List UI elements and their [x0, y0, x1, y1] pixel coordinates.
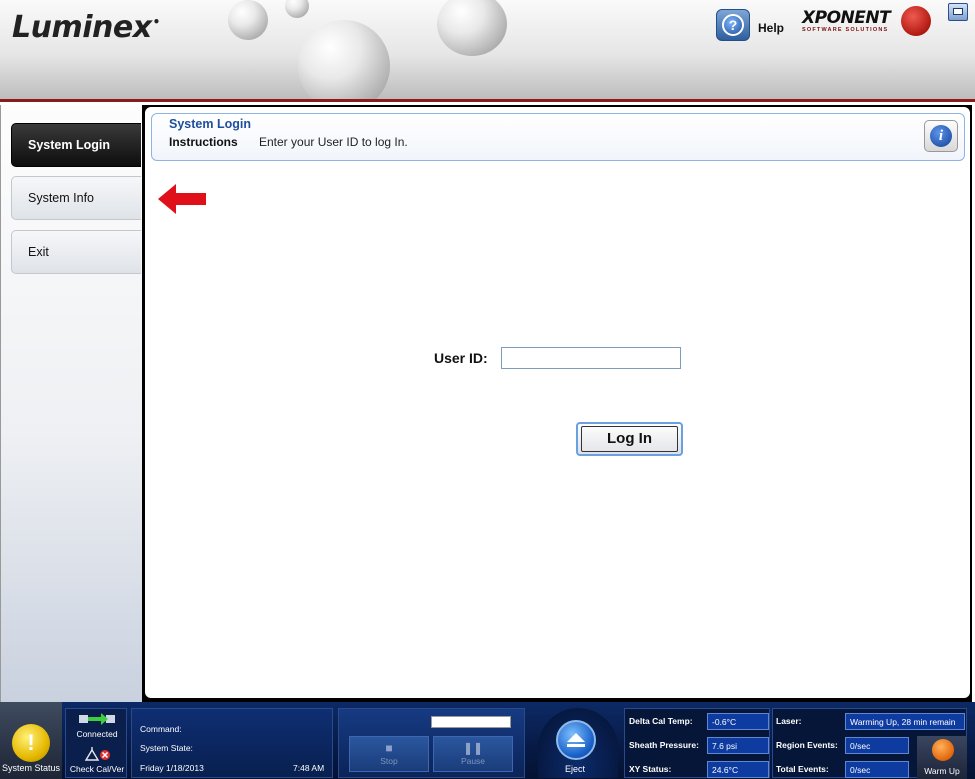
check-calver-icon	[84, 747, 110, 761]
system-state-label: System State:	[140, 743, 193, 753]
instructions-text: Enter your User ID to log In.	[259, 135, 408, 149]
decorative-bubble	[298, 20, 390, 99]
main-panel: System Login Instructions Enter your Use…	[142, 105, 972, 702]
user-id-input[interactable]	[501, 347, 681, 369]
warm-up-icon	[932, 739, 954, 761]
progress-bar	[431, 716, 511, 728]
command-panel: Command: System State: Friday 1/18/2013 …	[131, 708, 333, 778]
minimize-button[interactable]	[948, 3, 968, 21]
help-label[interactable]: Help	[758, 21, 784, 35]
delta-cal-temp-label: Delta Cal Temp:	[629, 716, 693, 726]
stop-label: Stop	[380, 756, 398, 766]
check-calver-label[interactable]: Check Cal/Ver	[66, 764, 128, 774]
warm-up-label: Warm Up	[924, 766, 960, 776]
total-events-value: 0/sec	[845, 761, 909, 778]
connected-icon	[79, 713, 115, 725]
nav-item-system-login[interactable]: System Login	[11, 123, 141, 167]
eject-button[interactable]	[556, 720, 596, 760]
eject-label: Eject	[564, 764, 585, 774]
pause-icon: ❚❚	[462, 741, 484, 755]
xponent-logo: XPONENT SOFTWARE SOLUTIONS	[802, 6, 932, 40]
help-icon: ?	[722, 14, 744, 36]
log-in-button[interactable]: Log In	[576, 422, 683, 456]
pause-button[interactable]: ❚❚ Pause	[433, 736, 513, 772]
connected-label: Connected	[76, 729, 118, 739]
user-id-label: User ID:	[434, 350, 488, 366]
eject-icon	[567, 733, 585, 747]
laser-value: Warming Up, 28 min remain	[845, 713, 965, 730]
help-button[interactable]: ?	[716, 9, 750, 41]
sheath-pressure-value: 7.6 psi	[707, 737, 769, 754]
instructions-label: Instructions	[169, 135, 238, 149]
app-header: Luminex• ? Help XPONENT SOFTWARE SOLUTIO…	[0, 0, 975, 102]
luminex-logo: Luminex•	[12, 10, 160, 45]
nav-item-system-info[interactable]: System Info	[11, 176, 141, 220]
system-status-label: System Status	[2, 763, 61, 773]
time-display: 7:48 AM	[293, 763, 325, 773]
decorative-bubble	[437, 0, 507, 56]
laser-label: Laser:	[776, 716, 802, 726]
readout-group-temps: Delta Cal Temp: -0.6°C Sheath Pressure: …	[624, 708, 770, 778]
status-bar: ! System Status Connected Check Cal/Ver …	[0, 702, 975, 779]
nav-item-exit[interactable]: Exit	[11, 230, 141, 274]
panel-title: System Login	[169, 117, 251, 131]
nav-item-label: System Login	[28, 138, 110, 152]
system-status-button[interactable]: ! System Status	[0, 702, 62, 779]
info-button[interactable]: i	[924, 120, 958, 152]
left-nav: System Login System Info Exit	[0, 105, 142, 702]
connection-panel: Connected Check Cal/Ver	[65, 708, 127, 778]
brand-ball-icon	[901, 6, 931, 36]
date-display: Friday 1/18/2013	[140, 763, 204, 773]
warm-up-button[interactable]: Warm Up	[917, 736, 967, 779]
command-label: Command:	[140, 724, 182, 734]
region-events-value: 0/sec	[845, 737, 909, 754]
decorative-bubble	[228, 0, 268, 40]
xy-status-value: 24.6°C	[707, 761, 769, 778]
stop-icon: ■	[385, 741, 393, 755]
log-in-button-label: Log In	[581, 426, 678, 452]
pause-label: Pause	[460, 756, 486, 766]
xy-status-label: XY Status:	[629, 764, 672, 774]
panel-titlebar: System Login Instructions Enter your Use…	[151, 113, 965, 161]
decorative-bubble	[285, 0, 309, 18]
main-content: System Login Instructions Enter your Use…	[145, 107, 970, 698]
delta-cal-temp-value: -0.6°C	[707, 713, 769, 730]
region-events-label: Region Events:	[776, 740, 838, 750]
eject-control: Eject	[538, 708, 618, 778]
run-controls: ■ Stop ❚❚ Pause	[338, 708, 525, 778]
nav-item-label: System Info	[28, 191, 94, 205]
minimize-icon	[953, 8, 963, 15]
nav-item-label: Exit	[28, 245, 49, 259]
total-events-label: Total Events:	[776, 764, 829, 774]
warning-icon: !	[12, 724, 50, 762]
pointer-arrow-icon	[158, 184, 206, 214]
sheath-pressure-label: Sheath Pressure:	[629, 740, 699, 750]
info-icon: i	[930, 125, 952, 147]
stop-button[interactable]: ■ Stop	[349, 736, 429, 772]
